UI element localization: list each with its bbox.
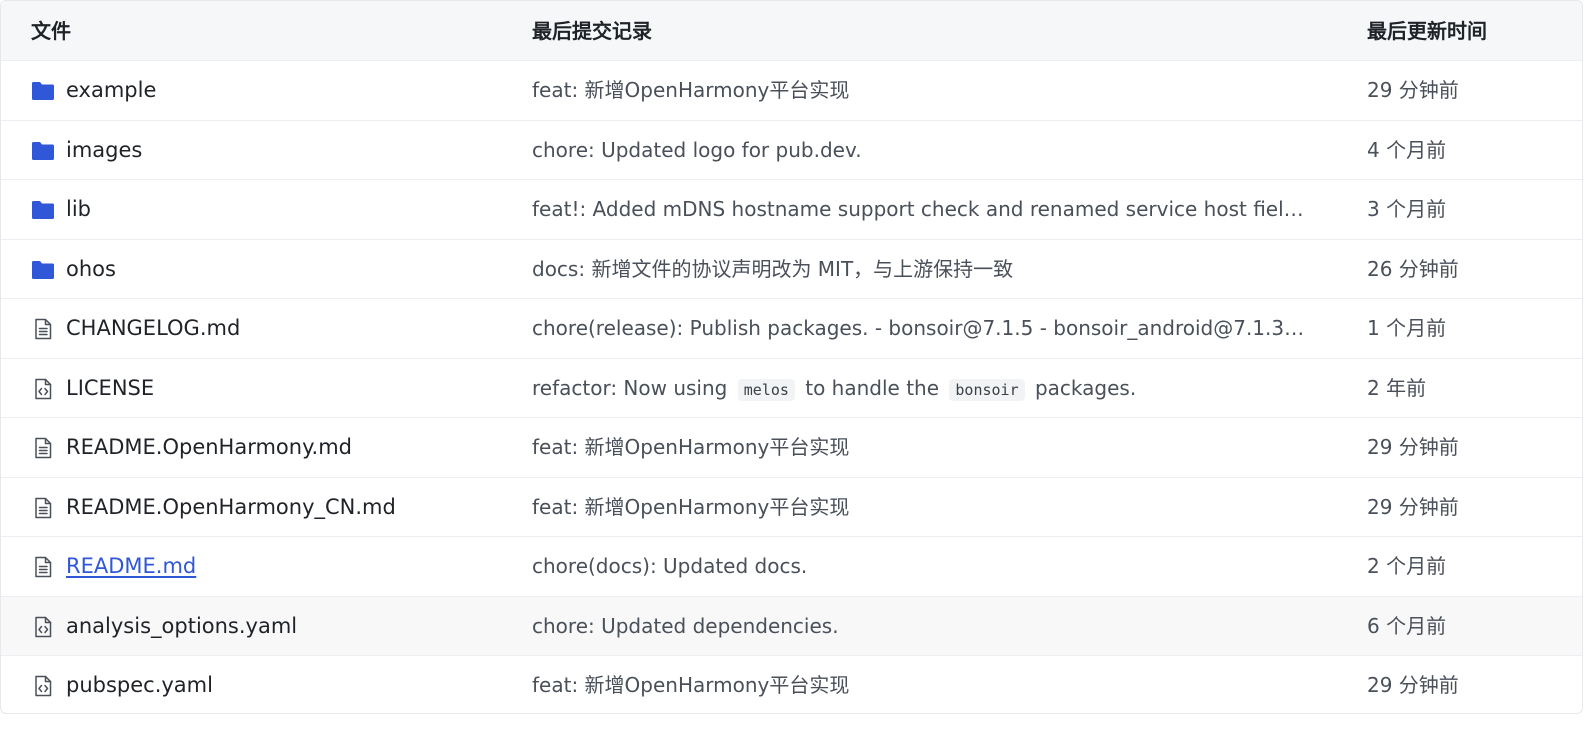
file-name-cell[interactable]: README.md bbox=[31, 537, 491, 596]
update-time: 6 个月前 bbox=[1367, 613, 1447, 638]
table-row[interactable]: pubspec.yaml feat: 新增OpenHarmony平台实现 29 … bbox=[1, 656, 1582, 713]
update-time: 4 个月前 bbox=[1367, 137, 1447, 162]
file-name-link[interactable]: images bbox=[66, 121, 142, 180]
header-file: 文件 bbox=[31, 19, 71, 43]
commit-message-link[interactable]: feat: 新增OpenHarmony平台实现 bbox=[532, 418, 1307, 477]
update-time: 3 个月前 bbox=[1367, 197, 1447, 221]
commit-text: packages. bbox=[1034, 375, 1137, 400]
header-last-commit: 最后提交记录 bbox=[532, 19, 652, 43]
table-header: 文件 最后提交记录 最后更新时间 bbox=[1, 1, 1582, 61]
file-name-cell[interactable]: analysis_options.yaml bbox=[31, 597, 491, 656]
code-file-icon bbox=[35, 616, 52, 637]
folder-icon bbox=[32, 141, 54, 160]
document-icon bbox=[35, 497, 52, 518]
file-name-link[interactable]: pubspec.yaml bbox=[66, 656, 213, 713]
file-name-link[interactable]: example bbox=[66, 61, 156, 120]
file-name-cell[interactable]: ohos bbox=[31, 240, 491, 299]
file-name-link[interactable]: CHANGELOG.md bbox=[66, 299, 240, 358]
file-name-cell[interactable]: images bbox=[31, 121, 491, 180]
folder-icon bbox=[32, 82, 54, 100]
commit-message-link[interactable]: feat: 新增OpenHarmony平台实现 bbox=[532, 478, 1307, 537]
update-time: 29 分钟前 bbox=[1367, 673, 1459, 697]
file-table: 文件 最后提交记录 最后更新时间 example feat: 新增OpenHar… bbox=[0, 0, 1583, 714]
table-row[interactable]: README.OpenHarmony_CN.md feat: 新增OpenHar… bbox=[1, 478, 1582, 537]
table-row[interactable]: CHANGELOG.md chore(release): Publish pac… bbox=[1, 299, 1582, 359]
update-time: 29 分钟前 bbox=[1367, 494, 1459, 519]
file-name-link[interactable]: lib bbox=[66, 180, 91, 239]
commit-message-link[interactable]: chore(docs): Updated docs. bbox=[532, 537, 1307, 596]
commit-message-link[interactable]: chore: Updated dependencies. bbox=[532, 597, 1307, 656]
update-time: 1 个月前 bbox=[1367, 316, 1447, 340]
file-name-link[interactable]: ohos bbox=[66, 240, 116, 299]
commit-message-link[interactable]: chore: Updated logo for pub.dev. bbox=[532, 121, 1307, 180]
file-name-cell[interactable]: example bbox=[31, 61, 491, 120]
document-icon bbox=[35, 437, 52, 459]
table-row[interactable]: README.OpenHarmony.md feat: 新增OpenHarmon… bbox=[1, 418, 1582, 478]
update-time: 29 分钟前 bbox=[1367, 435, 1459, 459]
commit-text: refactor: Now using bbox=[532, 375, 728, 400]
file-name-cell[interactable]: LICENSE bbox=[31, 359, 491, 418]
file-name-link[interactable]: README.OpenHarmony_CN.md bbox=[66, 478, 396, 537]
file-name-cell[interactable]: CHANGELOG.md bbox=[31, 299, 491, 358]
file-name-link[interactable]: README.OpenHarmony.md bbox=[66, 418, 352, 477]
code-file-icon bbox=[35, 675, 52, 697]
header-last-updated: 最后更新时间 bbox=[1367, 19, 1487, 43]
commit-text: to handle the bbox=[805, 375, 940, 400]
document-icon bbox=[35, 556, 52, 578]
file-name-cell[interactable]: README.OpenHarmony_CN.md bbox=[31, 478, 491, 537]
folder-icon bbox=[32, 201, 54, 219]
document-icon bbox=[35, 318, 52, 340]
commit-message-link[interactable]: refactor: Now using melos to handle the … bbox=[532, 359, 1307, 418]
commit-message-link[interactable]: docs: 新增文件的协议声明改为 MIT，与上游保持一致 bbox=[532, 240, 1307, 299]
update-time: 29 分钟前 bbox=[1367, 78, 1459, 102]
table-row[interactable]: images chore: Updated logo for pub.dev. … bbox=[1, 121, 1582, 180]
table-row[interactable]: lib feat!: Added mDNS hostname support c… bbox=[1, 180, 1582, 240]
update-time: 26 分钟前 bbox=[1367, 256, 1459, 281]
inline-code: melos bbox=[737, 378, 795, 401]
file-name-link[interactable]: analysis_options.yaml bbox=[66, 597, 297, 656]
table-row[interactable]: analysis_options.yaml chore: Updated dep… bbox=[1, 596, 1582, 656]
table-row[interactable]: ohos docs: 新增文件的协议声明改为 MIT，与上游保持一致 26 分钟… bbox=[1, 240, 1582, 299]
commit-message-link[interactable]: chore(release): Publish packages. - bons… bbox=[532, 299, 1307, 358]
commit-message-link[interactable]: feat: 新增OpenHarmony平台实现 bbox=[532, 656, 1307, 713]
file-name-cell[interactable]: pubspec.yaml bbox=[31, 656, 491, 713]
file-name-cell[interactable]: README.OpenHarmony.md bbox=[31, 418, 491, 477]
table-row[interactable]: LICENSE refactor: Now using melos to han… bbox=[1, 359, 1582, 418]
file-name-link[interactable]: README.md bbox=[66, 537, 196, 596]
inline-code: bonsoir bbox=[949, 378, 1025, 401]
commit-message-link[interactable]: feat!: Added mDNS hostname support check… bbox=[532, 180, 1307, 239]
code-file-icon bbox=[35, 378, 52, 399]
file-name-cell[interactable]: lib bbox=[31, 180, 491, 239]
file-name-link[interactable]: LICENSE bbox=[66, 359, 154, 418]
update-time: 2 年前 bbox=[1367, 375, 1427, 400]
folder-icon bbox=[32, 260, 54, 279]
commit-message-link[interactable]: feat: 新增OpenHarmony平台实现 bbox=[532, 61, 1307, 120]
update-time: 2 个月前 bbox=[1367, 554, 1447, 578]
table-row[interactable]: README.md chore(docs): Updated docs. 2 个… bbox=[1, 537, 1582, 597]
table-row[interactable]: example feat: 新增OpenHarmony平台实现 29 分钟前 bbox=[1, 61, 1582, 121]
